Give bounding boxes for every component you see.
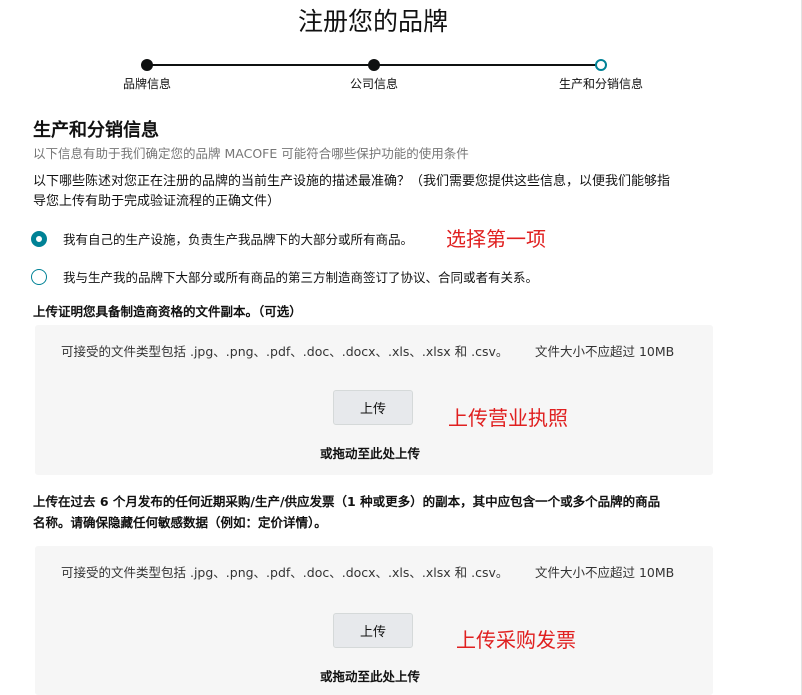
step-dot-distribution-info xyxy=(595,59,607,71)
page-title: 注册您的品牌 xyxy=(297,7,448,36)
accepted-file-types: 可接受的文件类型包括 .jpg、.png、.pdf、.doc、.docx、.xl… xyxy=(61,565,509,580)
question-line: 以下哪些陈述对您正在注册的品牌的当前生产设施的描述最准确？（我们需要您提供这些信… xyxy=(33,174,671,189)
upload-invoice-button[interactable]: 上传 xyxy=(333,613,413,648)
upload-invoice-label: 上传在过去 6 个月发布的任何近期采购/生产/供应发票（1 种或更多）的副本，其… xyxy=(33,491,660,533)
drag-drop-hint: 或拖动至此处上传 xyxy=(320,446,421,461)
upload-invoice-label-line: 上传在过去 6 个月发布的任何近期采购/生产/供应发票（1 种或更多）的副本，其… xyxy=(33,494,661,509)
annotation-select-first: 选择第一项 xyxy=(446,227,546,251)
radio-button-checked[interactable] xyxy=(31,230,47,247)
option-own-facility-label: 我有自己的生产设施，负责生产我品牌下的大部分或所有商品。 xyxy=(63,232,414,247)
option-third-party-manufacturer[interactable]: 我与生产我的品牌下大部分或所有商品的第三方制造商签订了协议、合同或者有关系。 xyxy=(31,267,538,286)
annotation-upload-license: 上传营业执照 xyxy=(448,406,568,430)
upload-manufacturing-label: 上传证明您具备制造商资格的文件副本。（可选） xyxy=(33,304,302,319)
step-label-company-info: 公司信息 xyxy=(349,77,399,91)
radio-button[interactable] xyxy=(31,268,47,285)
file-size-limit: 文件大小不应超过 10MB xyxy=(535,565,675,580)
stepper-line xyxy=(374,64,601,66)
step-dot-brand-info xyxy=(141,59,153,71)
file-size-limit: 文件大小不应超过 10MB xyxy=(535,344,675,359)
upload-invoice-label-line: 名称。请确保隐藏任何敏感数据（例如：定价详情）。 xyxy=(33,515,327,530)
drag-drop-hint: 或拖动至此处上传 xyxy=(320,669,421,684)
step-label-distribution-info: 生产和分销信息 xyxy=(558,77,644,91)
invoice-drop-zone[interactable]: 可接受的文件类型包括 .jpg、.png、.pdf、.doc、.docx、.xl… xyxy=(35,546,713,695)
option-own-facility[interactable]: 我有自己的生产设施，负责生产我品牌下的大部分或所有商品。 xyxy=(31,229,413,248)
manufacturing-drop-zone[interactable]: 可接受的文件类型包括 .jpg、.png、.pdf、.doc、.docx、.xl… xyxy=(35,325,713,475)
annotation-upload-invoice: 上传采购发票 xyxy=(456,628,576,652)
section-subtitle: 以下信息有助于我们确定您的品牌 MACOFE 可能符合哪些保护功能的使用条件 xyxy=(33,146,469,161)
upload-manufacturing-button[interactable]: 上传 xyxy=(333,390,413,425)
section-title: 生产和分销信息 xyxy=(33,120,159,141)
question-line: 导您上传有助于完成验证流程的正确文件） xyxy=(33,194,281,209)
accepted-file-types: 可接受的文件类型包括 .jpg、.png、.pdf、.doc、.docx、.xl… xyxy=(61,344,509,359)
option-third-party-label: 我与生产我的品牌下大部分或所有商品的第三方制造商签订了协议、合同或者有关系。 xyxy=(63,270,539,285)
step-label-brand-info: 品牌信息 xyxy=(122,77,172,91)
step-dot-company-info xyxy=(368,59,380,71)
progress-stepper: 品牌信息 公司信息 生产和分销信息 xyxy=(0,55,802,95)
stepper-line xyxy=(147,64,374,66)
facility-question: 以下哪些陈述对您正在注册的品牌的当前生产设施的描述最准确？（我们需要您提供这些信… xyxy=(33,172,723,212)
